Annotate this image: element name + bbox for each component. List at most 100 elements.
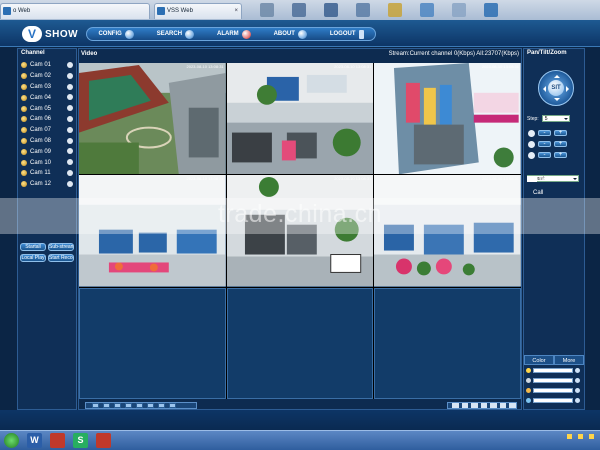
desktop-icon[interactable] [324, 3, 338, 17]
camera-item[interactable]: Cam 01 [18, 60, 76, 71]
browser-tab-2[interactable]: VSS Web × [154, 3, 242, 19]
layout-1-icon[interactable] [92, 403, 99, 408]
start-record-button[interactable]: Start Record [48, 254, 74, 262]
local-play-button[interactable]: Local Play [20, 254, 46, 262]
camera-item[interactable]: Cam 10 [18, 157, 76, 168]
desktop-icon[interactable] [260, 3, 274, 17]
contrast-slider[interactable] [533, 378, 573, 383]
hue-slider[interactable] [533, 398, 573, 403]
ptz-direction-pad[interactable]: SIT [538, 70, 574, 106]
logo-mark: V [22, 26, 42, 42]
taskbar-app[interactable] [50, 433, 65, 448]
prev-page-icon[interactable] [158, 403, 165, 408]
step-select[interactable]: 5 [541, 115, 570, 122]
tray-icon[interactable] [589, 434, 594, 439]
taskbar-app[interactable]: S [73, 433, 88, 448]
desktop-icon[interactable] [420, 3, 434, 17]
nav-alarm[interactable]: ALARM [217, 29, 251, 39]
brightness-slider[interactable] [533, 368, 573, 373]
full-screen-icon[interactable] [480, 403, 488, 408]
saturation-slider[interactable] [533, 388, 573, 393]
iris-plus-button[interactable]: + [554, 152, 567, 158]
tray-icon[interactable] [578, 434, 583, 439]
arrow-up-icon[interactable] [554, 72, 560, 78]
play-icon[interactable] [67, 126, 73, 133]
desktop-icon[interactable] [292, 3, 306, 17]
preset-value-input[interactable] [527, 176, 537, 182]
desktop-icon[interactable] [452, 3, 466, 17]
play-icon[interactable] [67, 148, 73, 155]
taskbar-app[interactable] [96, 433, 111, 448]
video-cell-2[interactable]: 2023-08-10 13:08:31 [226, 63, 374, 175]
camera-item[interactable]: Cam 09 [18, 146, 76, 157]
play-icon[interactable] [67, 115, 73, 122]
camera-item[interactable]: Cam 04 [18, 92, 76, 103]
taskbar-app[interactable]: W [27, 433, 42, 448]
play-icon[interactable] [67, 105, 73, 112]
camera-item[interactable]: Cam 05 [18, 103, 76, 114]
play-icon[interactable] [67, 137, 73, 144]
video-cell-3[interactable]: 2023-08-10 13:08:31 [374, 63, 521, 175]
camera-item[interactable]: Cam 08 [18, 136, 76, 147]
sub-stream-button[interactable]: Sub-stream [48, 243, 74, 251]
call-button[interactable]: Call [528, 189, 554, 198]
layout-8-icon[interactable] [125, 403, 132, 408]
play-icon[interactable] [67, 62, 73, 68]
next-page-icon[interactable] [169, 403, 176, 408]
talk-icon[interactable] [499, 403, 507, 408]
focus-plus-button[interactable]: + [554, 141, 567, 147]
audio-icon[interactable] [490, 403, 497, 408]
layout-16-icon[interactable] [147, 403, 154, 408]
nav-search[interactable]: SEARCH [157, 29, 195, 39]
start-button[interactable] [4, 433, 19, 448]
arrow-down-icon[interactable] [554, 98, 560, 104]
layout-4-icon[interactable] [103, 403, 110, 408]
arrow-right-icon[interactable] [566, 86, 572, 92]
play-icon[interactable] [67, 180, 73, 187]
start-all-button[interactable]: Startall [20, 243, 46, 251]
camera-item[interactable]: Cam 12 [18, 179, 76, 190]
ptz-center-button[interactable]: SIT [548, 80, 564, 96]
reset-icon[interactable] [575, 388, 580, 393]
zoom-minus-button[interactable]: - [538, 130, 551, 136]
snapshot-icon[interactable] [452, 403, 459, 408]
video-cell-9[interactable] [374, 287, 521, 399]
layout-9-icon[interactable] [136, 403, 143, 408]
camera-item[interactable]: Cam 03 [18, 82, 76, 93]
camera-item[interactable]: Cam 02 [18, 71, 76, 82]
play-icon[interactable] [67, 169, 73, 176]
reset-icon[interactable] [575, 378, 580, 383]
video-cell-7[interactable] [79, 287, 226, 399]
settings-icon[interactable] [509, 403, 517, 408]
video-cell-8[interactable] [226, 287, 374, 399]
play-icon[interactable] [67, 72, 73, 79]
tab-color[interactable]: Color [524, 355, 554, 365]
tab-close-icon[interactable]: × [234, 4, 238, 18]
nav-logout[interactable]: LOGOUT [330, 29, 364, 39]
play-icon[interactable] [67, 83, 73, 90]
nav-config[interactable]: CONFIG [98, 29, 134, 39]
video-cell-1[interactable]: 2023-08-10 13:08:31 [79, 63, 226, 175]
tab-more[interactable]: More [554, 355, 584, 365]
tray-icon[interactable] [567, 434, 572, 439]
desktop-icon[interactable] [356, 3, 370, 17]
iris-minus-button[interactable]: - [538, 152, 551, 158]
play-icon[interactable] [67, 94, 73, 101]
zoom-plus-button[interactable]: + [554, 130, 567, 136]
reset-icon[interactable] [575, 398, 580, 403]
taskbar: WS [0, 430, 600, 450]
browser-tab-1[interactable]: o Web [0, 3, 150, 19]
camera-item[interactable]: Cam 07 [18, 125, 76, 136]
desktop-icon[interactable] [388, 3, 402, 17]
folder-icon[interactable] [471, 403, 478, 408]
focus-minus-button[interactable]: - [538, 141, 551, 147]
arrow-left-icon[interactable] [540, 86, 546, 92]
layout-6-icon[interactable] [114, 403, 121, 408]
record-icon[interactable] [461, 403, 469, 408]
reset-icon[interactable] [575, 368, 580, 373]
play-icon[interactable] [67, 159, 73, 166]
desktop-icon[interactable] [484, 3, 498, 17]
nav-about[interactable]: ABOUT [274, 29, 307, 39]
camera-item[interactable]: Cam 06 [18, 114, 76, 125]
camera-item[interactable]: Cam 11 [18, 168, 76, 179]
